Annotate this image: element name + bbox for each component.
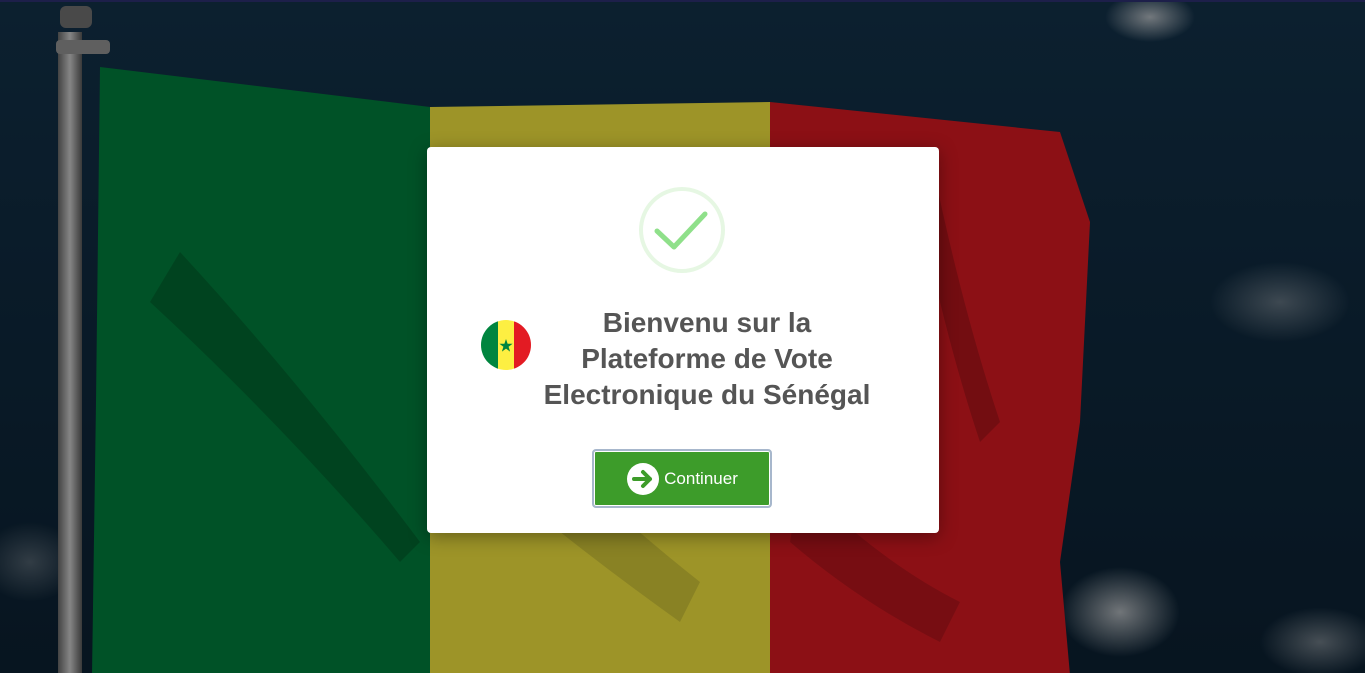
- welcome-modal: Bienvenu sur la Plateforme de Vote Elect…: [427, 147, 939, 533]
- check-circle-icon: [639, 187, 725, 273]
- page-background: Bienvenu sur la Plateforme de Vote Elect…: [0, 0, 1365, 673]
- arrow-right-circle-icon: [627, 462, 660, 495]
- senegal-flag-icon: [481, 320, 531, 370]
- welcome-message: Bienvenu sur la Plateforme de Vote Elect…: [481, 305, 901, 415]
- continue-button[interactable]: Continuer: [592, 449, 772, 508]
- continue-button-label: Continuer: [664, 468, 738, 488]
- welcome-title: Bienvenu sur la Plateforme de Vote Elect…: [541, 305, 873, 413]
- welcome-title-line-1: Bienvenu sur la: [602, 307, 812, 338]
- welcome-title-line-3: Electronique du Sénégal: [543, 379, 871, 410]
- welcome-title-line-2: Plateforme de Vote: [581, 343, 833, 374]
